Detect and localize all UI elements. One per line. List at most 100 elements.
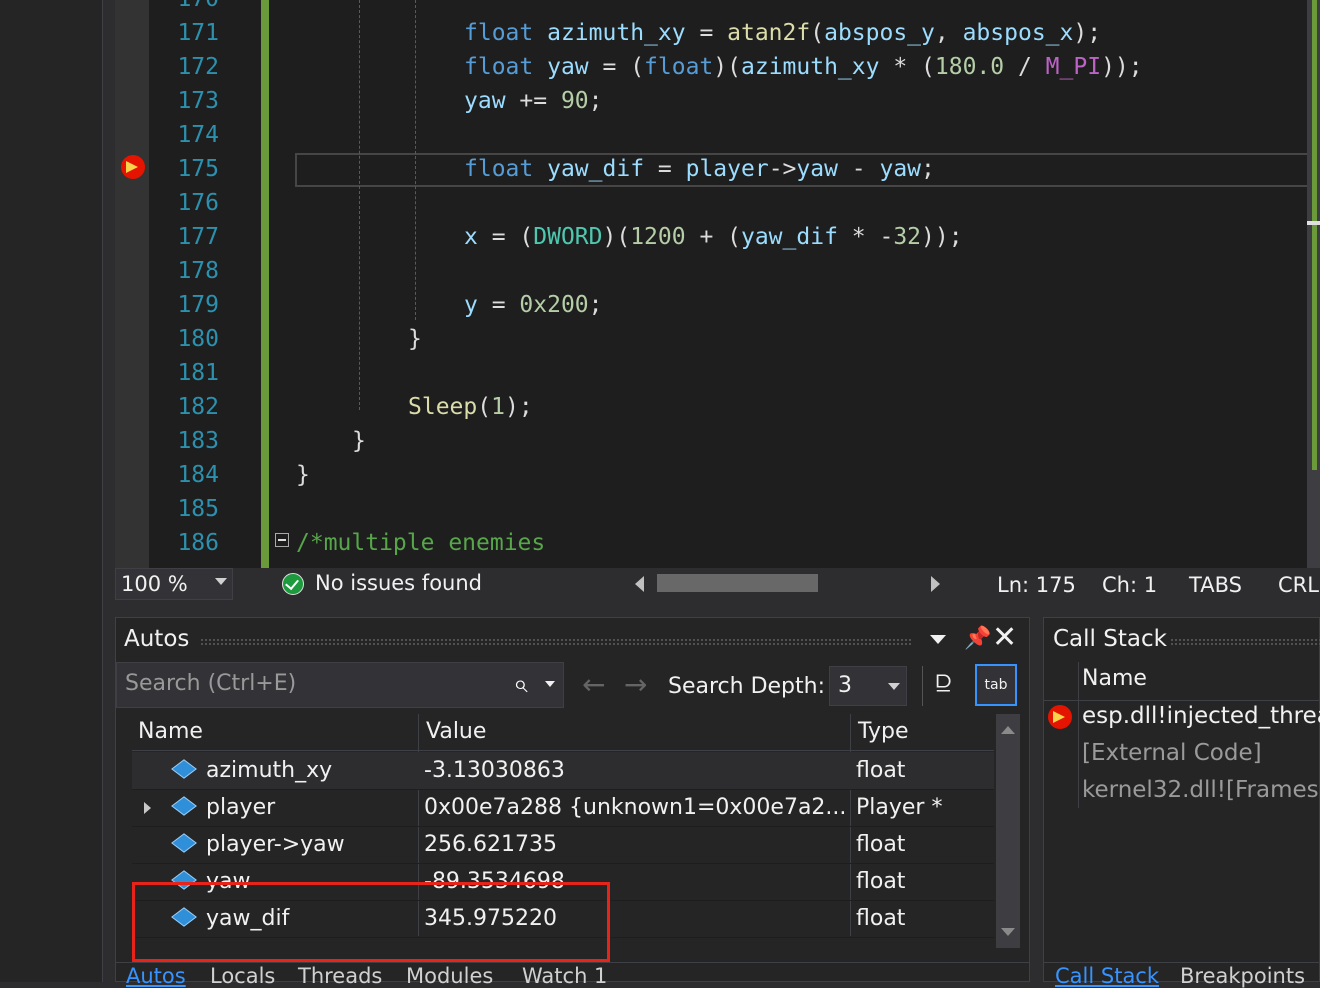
code-token: Sleep: [408, 394, 478, 420]
instruction-pointer-icon: [1053, 711, 1065, 723]
tabs-indicator[interactable]: TABS: [1189, 573, 1242, 597]
column-divider: [1078, 662, 1079, 808]
line-ending-indicator[interactable]: CRLF: [1278, 573, 1320, 597]
variable-type: Player *: [856, 795, 943, 820]
code-line[interactable]: 182 Sleep(1);: [115, 390, 1305, 424]
scroll-right-icon[interactable]: [931, 576, 940, 592]
scroll-up-icon[interactable]: [1001, 726, 1015, 734]
line-number: 183: [177, 428, 219, 454]
code-token: y: [464, 292, 478, 318]
call-stack-frame[interactable]: kernel32.dll![Frames: [1082, 777, 1319, 803]
close-icon[interactable]: ✕: [992, 620, 1017, 656]
variable-type: float: [856, 758, 906, 783]
column-indicator[interactable]: Ch: 1: [1102, 573, 1157, 597]
search-options-chevron-icon[interactable]: [545, 681, 555, 687]
call-stack-frame[interactable]: [External Code]: [1082, 740, 1262, 766]
code-token: yaw_dif: [740, 224, 838, 250]
tab-modules[interactable]: Modules: [406, 964, 493, 988]
tab-watch-1[interactable]: Watch 1: [522, 964, 607, 988]
code-token: ));: [1101, 54, 1143, 80]
highlight-annotation-box: [132, 882, 610, 962]
tab-threads[interactable]: Threads: [298, 964, 382, 988]
code-token: 0x200: [519, 292, 589, 318]
line-number: 170: [155, 0, 219, 16]
code-token: =: [685, 20, 728, 46]
code-line[interactable]: 170: [115, 0, 1305, 16]
variable-value[interactable]: -3.13030863: [424, 752, 849, 789]
scroll-down-icon[interactable]: [1001, 928, 1015, 936]
code-token: x: [464, 224, 478, 250]
column-header-name[interactable]: Name: [1082, 666, 1147, 691]
code-token: 180.0: [934, 54, 1005, 80]
search-depth-label: Search Depth:: [668, 674, 825, 699]
instruction-pointer-icon: [126, 161, 138, 173]
tab-call-stack[interactable]: Call Stack: [1055, 964, 1159, 988]
scroll-left-icon[interactable]: [635, 576, 644, 592]
code-token: azimuth_xy: [741, 54, 880, 80]
code-editor[interactable]: 170171float azimuth_xy = atan2f(abspos_y…: [115, 0, 1320, 568]
filter-pin-icon[interactable]: ⫒: [936, 668, 951, 699]
code-token: float: [464, 54, 534, 80]
column-header-value[interactable]: Value: [426, 714, 486, 750]
expand-arrow-icon[interactable]: [144, 802, 151, 814]
collapse-region-icon[interactable]: [275, 533, 289, 547]
code-line[interactable]: 172 float yaw = (float)(azimuth_xy * (180…: [115, 50, 1305, 84]
column-header-name[interactable]: Name: [138, 714, 203, 750]
zoom-value: 100 %: [121, 572, 188, 596]
horizontal-scrollbar-thumb[interactable]: [657, 574, 818, 592]
chevron-down-icon: [215, 578, 227, 585]
code-line[interactable]: 173 yaw += 90;: [115, 84, 1305, 118]
window-menu-icon[interactable]: [930, 635, 946, 644]
code-line[interactable]: 178: [115, 254, 1305, 288]
tab-strip-divider: [1044, 962, 1319, 963]
tab-breakpoints[interactable]: Breakpoints: [1180, 964, 1305, 988]
search-back-icon[interactable]: ←: [582, 668, 605, 701]
autos-row[interactable]: player 0x00e7a288 {unknown1=0x00e7a2... Pl…: [132, 789, 994, 827]
search-forward-icon[interactable]: →: [624, 668, 647, 701]
code-token: 1200: [630, 224, 686, 250]
line-number: 186: [177, 530, 219, 556]
variable-type: float: [856, 906, 906, 931]
code-line[interactable]: 181: [115, 356, 1305, 390]
code-text: }: [296, 458, 310, 492]
code-token: 32: [893, 224, 922, 250]
line-number: 181: [177, 360, 219, 386]
tab-autos[interactable]: Autos: [126, 964, 186, 988]
title-grip: [200, 638, 912, 646]
autos-vertical-scrollbar[interactable]: [996, 714, 1020, 948]
code-line[interactable]: 186 /*multiple enemies: [115, 526, 1305, 560]
column-header-type[interactable]: Type: [858, 714, 909, 750]
code-line[interactable]: 183}: [115, 424, 1305, 458]
code-token: yaw: [547, 54, 589, 80]
code-token: ,: [934, 20, 963, 46]
line-number: 184: [177, 462, 219, 488]
zoom-dropdown[interactable]: 100 %: [115, 568, 233, 600]
code-line[interactable]: 184}: [115, 458, 1305, 492]
variable-value[interactable]: 0x00e7a288 {unknown1=0x00e7a2...: [424, 789, 849, 826]
code-line[interactable]: 176: [115, 186, 1305, 220]
code-token: ));: [921, 224, 963, 250]
code-line[interactable]: 179 y = 0x200;: [115, 288, 1305, 322]
pin-icon[interactable]: 📌: [964, 626, 991, 651]
issues-status[interactable]: No issues found: [315, 571, 482, 595]
call-stack-frame[interactable]: esp.dll!injected_thread: [1082, 703, 1320, 729]
code-line[interactable]: 171 float azimuth_xy = atan2f(abspos_y, a…: [115, 16, 1305, 50]
variable-value[interactable]: 256.621735: [424, 826, 849, 863]
code-token: atan2f: [727, 20, 811, 46]
code-line[interactable]: 185: [115, 492, 1305, 526]
code-line[interactable]: 177 x = (DWORD)(1200 + (yaw_dif * -32));: [115, 220, 1305, 254]
code-line[interactable]: 174: [115, 118, 1305, 152]
autos-row[interactable]: azimuth_xy -3.13030863 float: [132, 752, 994, 790]
view-as-tab-icon[interactable]: tab: [975, 664, 1017, 706]
line-number-indicator[interactable]: Ln: 175: [997, 573, 1076, 597]
search-depth-dropdown[interactable]: 3: [829, 666, 907, 706]
toolbar-separator: [922, 666, 923, 706]
variable-type: float: [856, 869, 906, 894]
scrollbar-change-marker: [1312, 0, 1317, 470]
autos-row[interactable]: player->yaw 256.621735 float: [132, 826, 994, 864]
code-token: = (: [588, 54, 645, 80]
search-icon[interactable]: ⌕: [513, 669, 528, 700]
code-line[interactable]: 180}: [115, 322, 1305, 356]
tab-locals[interactable]: Locals: [210, 964, 275, 988]
autos-search-input[interactable]: Search (Ctrl+E) ⌕: [116, 662, 564, 708]
